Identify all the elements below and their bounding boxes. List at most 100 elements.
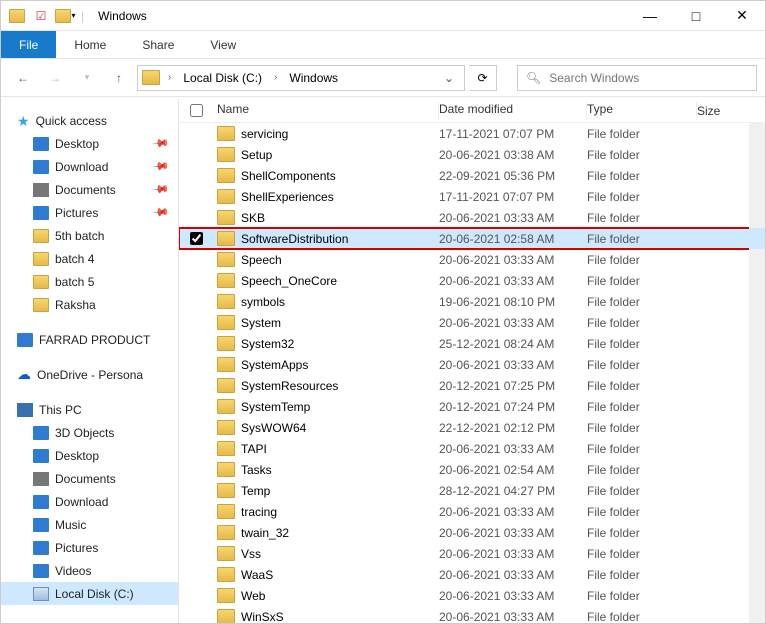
sidebar-item-desktop[interactable]: Desktop (1, 444, 178, 467)
file-row[interactable]: Tasks20-06-2021 02:54 AMFile folder (179, 459, 765, 480)
sidebar-item-batch-5[interactable]: batch 5 (1, 270, 178, 293)
chevron-right-icon[interactable]: › (166, 72, 173, 83)
sidebar-item-documents[interactable]: Documents📌 (1, 178, 178, 201)
file-name: Speech (241, 253, 282, 267)
column-date[interactable]: Date modified (439, 102, 587, 120)
file-row[interactable]: twain_3220-06-2021 03:33 AMFile folder (179, 522, 765, 543)
row-checkbox[interactable] (190, 232, 203, 245)
sidebar-this-pc[interactable]: This PC (1, 398, 178, 421)
scrollbar[interactable] (749, 123, 765, 623)
breadcrumb-folder[interactable]: Windows (285, 71, 342, 85)
cloud-icon: ☁ (17, 366, 31, 383)
qat-dropdown-icon[interactable]: ▾ (55, 6, 75, 26)
minimize-button[interactable]: ― (627, 1, 673, 31)
select-all-checkbox[interactable] (190, 104, 203, 117)
file-type: File folder (587, 148, 697, 162)
sidebar-item-documents[interactable]: Documents (1, 467, 178, 490)
address-bar[interactable]: › Local Disk (C:) › Windows ⌄ (137, 65, 465, 91)
up-button[interactable]: ↑ (105, 64, 133, 92)
folder-icon[interactable] (7, 6, 27, 26)
column-name[interactable]: Name (213, 102, 439, 120)
file-name: servicing (241, 127, 288, 141)
file-row[interactable]: ShellComponents22-09-2021 05:36 PMFile f… (179, 165, 765, 186)
folder-icon (217, 525, 235, 540)
column-size[interactable]: Size (697, 104, 757, 118)
sidebar-quick-access[interactable]: ★ Quick access (1, 109, 178, 132)
file-row[interactable]: SystemTemp20-12-2021 07:24 PMFile folder (179, 396, 765, 417)
file-row[interactable]: SysWOW6422-12-2021 02:12 PMFile folder (179, 417, 765, 438)
file-date: 25-12-2021 08:24 AM (439, 337, 587, 351)
file-row[interactable]: SKB20-06-2021 03:33 AMFile folder (179, 207, 765, 228)
sidebar-item-download[interactable]: Download📌 (1, 155, 178, 178)
file-date: 20-06-2021 03:33 AM (439, 316, 587, 330)
tab-share[interactable]: Share (124, 31, 192, 58)
file-row[interactable]: WinSxS20-06-2021 03:33 AMFile folder (179, 606, 765, 623)
chevron-right-icon[interactable]: › (272, 72, 279, 83)
file-row[interactable]: ShellExperiences17-11-2021 07:07 PMFile … (179, 186, 765, 207)
sidebar-item-local-disk-c-[interactable]: Local Disk (C:) (1, 582, 178, 605)
file-row[interactable]: SoftwareDistribution20-06-2021 02:58 AMF… (179, 228, 765, 249)
file-row[interactable]: Speech_OneCore20-06-2021 03:33 AMFile fo… (179, 270, 765, 291)
address-dropdown-icon[interactable]: ⌄ (438, 71, 460, 85)
file-row[interactable]: Vss20-06-2021 03:33 AMFile folder (179, 543, 765, 564)
tab-home[interactable]: Home (56, 31, 124, 58)
title-bar: ☑ ▾ | Windows ― □ ✕ (1, 1, 765, 31)
sidebar-item-5th-batch[interactable]: 5th batch (1, 224, 178, 247)
column-type[interactable]: Type (587, 102, 697, 120)
sidebar-item-download[interactable]: Download (1, 490, 178, 513)
breadcrumb-drive[interactable]: Local Disk (C:) (179, 71, 266, 85)
folder-icon (217, 462, 235, 477)
sidebar-item-label: Pictures (55, 541, 98, 555)
sidebar-item-desktop[interactable]: Desktop📌 (1, 132, 178, 155)
file-row[interactable]: servicing17-11-2021 07:07 PMFile folder (179, 123, 765, 144)
search-input[interactable]: 🔍︎ Search Windows (517, 65, 757, 91)
pc-icon (17, 403, 33, 417)
file-type: File folder (587, 232, 697, 246)
file-row[interactable]: Setup20-06-2021 03:38 AMFile folder (179, 144, 765, 165)
sidebar-item-batch-4[interactable]: batch 4 (1, 247, 178, 270)
folder-icon (217, 147, 235, 162)
file-row[interactable]: Temp28-12-2021 04:27 PMFile folder (179, 480, 765, 501)
sidebar-item-pictures[interactable]: Pictures (1, 536, 178, 559)
file-row[interactable]: WaaS20-06-2021 03:33 AMFile folder (179, 564, 765, 585)
file-row[interactable]: Web20-06-2021 03:33 AMFile folder (179, 585, 765, 606)
sidebar-onedrive[interactable]: ☁ OneDrive - Persona (1, 363, 178, 386)
sidebar-item-3d-objects[interactable]: 3D Objects (1, 421, 178, 444)
file-date: 20-06-2021 03:33 AM (439, 526, 587, 540)
tab-file[interactable]: File (1, 31, 56, 58)
pin-icon: 📌 (152, 134, 171, 153)
file-name: SystemApps (241, 358, 308, 372)
back-button[interactable]: ← (9, 64, 37, 92)
file-row[interactable]: SystemResources20-12-2021 07:25 PMFile f… (179, 375, 765, 396)
forward-button[interactable]: → (41, 64, 69, 92)
folder-icon (217, 126, 235, 141)
file-name: symbols (241, 295, 285, 309)
file-row[interactable]: System20-06-2021 03:33 AMFile folder (179, 312, 765, 333)
folder-icon (217, 588, 235, 603)
file-row[interactable]: SystemApps20-06-2021 03:33 AMFile folder (179, 354, 765, 375)
file-row[interactable]: tracing20-06-2021 03:33 AMFile folder (179, 501, 765, 522)
file-row[interactable]: symbols19-06-2021 08:10 PMFile folder (179, 291, 765, 312)
file-date: 22-12-2021 02:12 PM (439, 421, 587, 435)
refresh-button[interactable]: ⟳ (469, 65, 497, 91)
pin-icon: 📌 (152, 157, 171, 176)
file-type: File folder (587, 358, 697, 372)
maximize-button[interactable]: □ (673, 1, 719, 31)
tab-view[interactable]: View (192, 31, 254, 58)
file-type: File folder (587, 169, 697, 183)
address-folder-icon (142, 70, 160, 85)
recent-locations-dropdown[interactable]: ▾ (73, 64, 101, 92)
pin-icon: 📌 (152, 203, 171, 222)
file-type: File folder (587, 610, 697, 624)
star-icon: ★ (17, 114, 30, 128)
sidebar-item-videos[interactable]: Videos (1, 559, 178, 582)
sidebar-item-raksha[interactable]: Raksha (1, 293, 178, 316)
file-row[interactable]: System3225-12-2021 08:24 AMFile folder (179, 333, 765, 354)
properties-icon[interactable]: ☑ (31, 6, 51, 26)
file-row[interactable]: TAPI20-06-2021 03:33 AMFile folder (179, 438, 765, 459)
sidebar-item-pictures[interactable]: Pictures📌 (1, 201, 178, 224)
close-button[interactable]: ✕ (719, 1, 765, 31)
sidebar-item-music[interactable]: Music (1, 513, 178, 536)
file-row[interactable]: Speech20-06-2021 03:33 AMFile folder (179, 249, 765, 270)
sidebar-farrad[interactable]: FARRAD PRODUCT (1, 328, 178, 351)
